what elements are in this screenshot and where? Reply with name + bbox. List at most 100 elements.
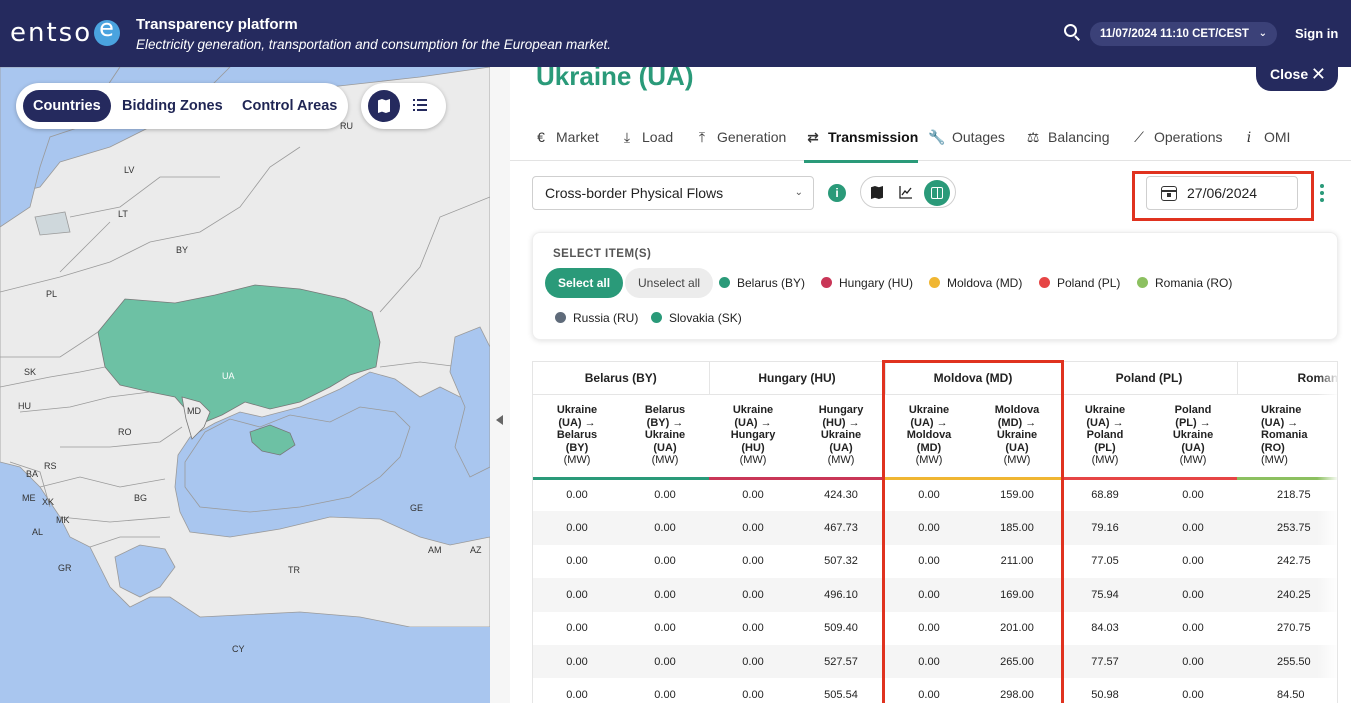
- column-header[interactable]: Belarus (BY) → Ukraine (UA) (MW): [621, 394, 709, 480]
- item-romania[interactable]: Romania (RO): [1137, 276, 1232, 290]
- column-header-line: (UA) →: [1086, 416, 1124, 429]
- column-header-line: Ukraine: [556, 404, 598, 417]
- table-cell: 0.00: [885, 511, 973, 545]
- column-header-line: (MW): [739, 454, 767, 467]
- list-view-icon[interactable]: [413, 98, 427, 112]
- tab-label: Transmission: [828, 129, 919, 145]
- table-cell: 0.00: [709, 644, 797, 679]
- table-row: 0.00 0.00 0.00 424.30 0.00 159.00 68.89 0.00 218…: [533, 478, 1337, 511]
- tab-generation[interactable]: ⤒ Generation: [693, 129, 786, 161]
- item-russia[interactable]: Russia (RU): [555, 311, 638, 325]
- column-header-line: (RO): [1261, 441, 1285, 454]
- download-icon: ⤓: [623, 129, 631, 145]
- column-header[interactable]: Moldova (MD) → Ukraine (UA) (MW): [973, 394, 1061, 480]
- close-icon: ✕: [1310, 67, 1326, 84]
- countries-button[interactable]: Countries: [23, 90, 111, 122]
- map-view-icon[interactable]: [871, 186, 883, 199]
- item-slovakia[interactable]: Slovakia (SK): [651, 311, 742, 325]
- select-all-button[interactable]: Select all: [545, 268, 624, 298]
- column-header[interactable]: Ukraine (UA) → Moldova (MD) (MW): [885, 394, 973, 480]
- column-header[interactable]: Ukraine (UA) → Poland (PL) (MW): [1061, 394, 1149, 480]
- column-header-line: Ukraine: [1084, 404, 1126, 417]
- table-group-header-row: Belarus (BY) Hungary (HU) Moldova (MD) P…: [533, 362, 1337, 395]
- table-cell: 240.25: [1237, 578, 1337, 612]
- item-moldova[interactable]: Moldova (MD): [929, 276, 1022, 290]
- europe-map[interactable]: [0, 67, 490, 703]
- table-cell: 169.00: [973, 578, 1061, 612]
- search-icon[interactable]: [1062, 22, 1082, 42]
- tab-operations[interactable]: ⟋ Operations: [1130, 129, 1222, 161]
- select-items-heading: SELECT ITEM(S): [553, 248, 652, 260]
- close-button[interactable]: Close ✕: [1256, 67, 1338, 91]
- datetime-value: 11/07/2024 11:10 CET/CEST: [1100, 28, 1249, 40]
- trend-line-icon: ⟋: [1134, 129, 1144, 145]
- table-cell: 84.50: [1277, 689, 1305, 702]
- close-label: Close: [1270, 67, 1309, 82]
- column-header-line: (UA): [829, 441, 853, 454]
- column-header-line: Hungary: [730, 429, 776, 442]
- dataset-select[interactable]: Cross-border Physical Flows ⌄: [532, 176, 814, 210]
- datetime-selector[interactable]: 11/07/2024 11:10 CET/CEST ⌄: [1090, 22, 1277, 46]
- table-cell: 0.00: [709, 511, 797, 545]
- item-hungary[interactable]: Hungary (HU): [821, 276, 913, 290]
- column-header-line: (MD) →: [997, 416, 1037, 429]
- tab-label: Outages: [952, 129, 1005, 145]
- tab-market[interactable]: € Market: [532, 129, 599, 161]
- column-header[interactable]: Ukraine (UA) → Romania (RO) (MW): [1237, 394, 1337, 480]
- scale-icon: ⚖: [1026, 129, 1040, 145]
- table-cell: 77.05: [1091, 555, 1119, 568]
- item-label: Moldova (MD): [947, 276, 1023, 290]
- table-cell: 0.00: [621, 511, 709, 545]
- table-view-icon[interactable]: [924, 180, 950, 206]
- info-icon[interactable]: i: [828, 184, 846, 202]
- unselect-all-button[interactable]: Unselect all: [625, 268, 714, 298]
- sign-in-link[interactable]: Sign in: [1295, 26, 1338, 41]
- flows-table-container[interactable]: Belarus (BY) Hungary (HU) Moldova (MD) P…: [532, 361, 1338, 703]
- table-cell: 0.00: [533, 644, 621, 679]
- table-cell: 0.00: [566, 622, 588, 635]
- column-header-line: (BY): [565, 441, 589, 454]
- map-view-icon[interactable]: [368, 90, 400, 122]
- item-label: Romania (RO): [1155, 276, 1233, 290]
- tab-balancing[interactable]: ⚖ Balancing: [1024, 129, 1110, 161]
- panel-collapse-handle[interactable]: [490, 67, 510, 703]
- wrench-icon: 🔧: [928, 129, 946, 145]
- map-label-sk: SK: [24, 367, 37, 377]
- column-header-line: (MW): [827, 454, 855, 467]
- table-cell: 467.73: [797, 511, 885, 545]
- more-options-icon[interactable]: [1320, 184, 1324, 202]
- column-header-line: Ukraine: [908, 404, 950, 417]
- bidding-zones-button[interactable]: Bidding Zones: [112, 90, 233, 122]
- item-belarus[interactable]: Belarus (BY): [719, 276, 805, 290]
- map-label-me: ME: [22, 493, 36, 503]
- item-poland[interactable]: Poland (PL): [1039, 276, 1120, 290]
- entsoe-logo[interactable]: entso: [10, 14, 121, 50]
- column-header[interactable]: Ukraine (UA) → Hungary (HU) (MW): [709, 394, 797, 480]
- table-row: 0.00 0.00 0.00 505.54 0.00 298.00 50.98 0.00 84.…: [533, 678, 1337, 703]
- control-areas-button[interactable]: Control Areas: [232, 90, 347, 122]
- calendar-icon: [1161, 186, 1177, 201]
- column-header[interactable]: Poland (PL) → Ukraine (UA) (MW): [1149, 394, 1238, 480]
- table-cell: 75.94: [1061, 578, 1149, 612]
- table-cell: 0.00: [742, 689, 764, 702]
- map-label-mk: MK: [56, 515, 70, 525]
- column-header[interactable]: Ukraine (UA) → Belarus (BY) (MW): [533, 394, 621, 480]
- column-header[interactable]: Hungary (HU) → Ukraine (UA) (MW): [797, 394, 885, 480]
- color-dot: [555, 312, 566, 323]
- line-chart-icon[interactable]: [899, 185, 913, 199]
- tab-omi[interactable]: i OMI: [1240, 129, 1291, 161]
- map-label-am: AM: [428, 545, 442, 555]
- date-picker[interactable]: 27/06/2024: [1146, 176, 1298, 210]
- tab-outages[interactable]: 🔧 Outages: [928, 129, 1005, 161]
- tab-transmission[interactable]: ⇄ Transmission: [804, 129, 919, 163]
- table-cell: 77.57: [1061, 644, 1149, 679]
- map-label-ge: GE: [410, 503, 424, 513]
- item-label: Belarus (BY): [737, 276, 806, 290]
- map-panel[interactable]: RU LV LT BY PL UA SK HU MD RO BA RS ME X…: [0, 67, 490, 703]
- color-dot: [929, 277, 940, 288]
- table-cell: 0.00: [1149, 511, 1238, 545]
- logo-text: entso: [10, 18, 93, 48]
- color-dot: [719, 277, 730, 288]
- column-header-line: Moldova: [994, 404, 1040, 417]
- tab-load[interactable]: ⤓ Load: [618, 129, 673, 161]
